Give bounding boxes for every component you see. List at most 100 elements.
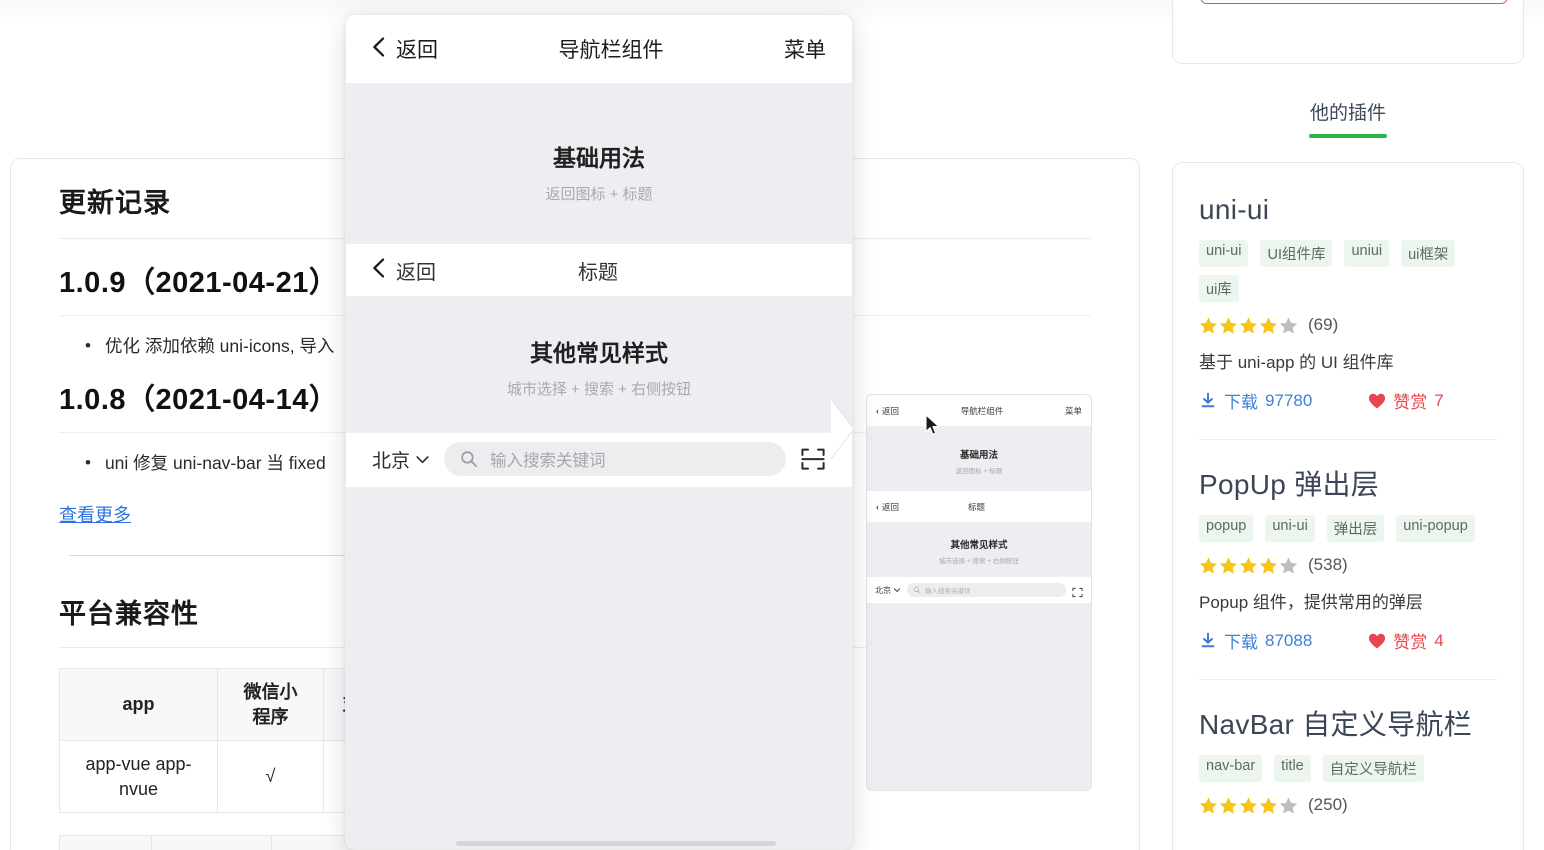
plugin-stats: 下载 87088 赞赏 4 — [1199, 628, 1497, 653]
overlay-menu-button[interactable]: 菜单 — [784, 34, 826, 64]
table-cell: √ — [217, 740, 324, 813]
overlay-block-subtitle: 返回图标 + 标题 — [545, 186, 653, 203]
thumb-city-label: 北京 — [875, 585, 891, 595]
rating-count: (69) — [1308, 315, 1339, 335]
plugin-tag[interactable]: nav-bar — [1199, 755, 1263, 783]
like-label: 赞赏 — [1393, 393, 1428, 413]
chevron-left-icon — [372, 258, 385, 282]
plugin-tag[interactable]: popup — [1199, 515, 1254, 543]
download-label: 下载 — [1224, 633, 1258, 653]
plugin-tag[interactable]: uni-ui — [1199, 240, 1249, 268]
star-icon — [1219, 317, 1238, 334]
overlay-block-title-2: 其他常见样式 — [530, 340, 668, 366]
view-more-link[interactable]: 查看更多 — [59, 501, 131, 527]
plugin-item[interactable]: uni-ui uni-ui UI组件库 uniui ui框架 ui库 (69) … — [1199, 163, 1497, 441]
download-stat[interactable]: 下载 87088 — [1199, 628, 1312, 653]
thumb-search-placeholder: 输入搜索关键词 — [925, 588, 971, 595]
navbar-preview-overlay: 返回 导航栏组件 菜单 基础用法 返回图标 + 标题 返回 标题 其他常见样式 … — [345, 14, 853, 850]
like-stat[interactable]: 赞赏 7 — [1368, 388, 1444, 413]
overlay-back-label: 返回 — [396, 39, 438, 62]
plugin-title[interactable]: PopUp 弹出层 — [1199, 468, 1497, 502]
chevron-left-icon: ‹ — [876, 405, 879, 416]
scan-icon[interactable] — [800, 446, 826, 472]
plugin-tag[interactable]: 自定义导航栏 — [1322, 755, 1424, 783]
search-icon — [913, 586, 921, 594]
table-cell: app-vue app-nvue — [59, 740, 218, 813]
chevron-down-icon — [893, 588, 901, 593]
plugin-tag[interactable]: title — [1274, 755, 1311, 783]
plugin-tag[interactable]: ui框架 — [1401, 240, 1456, 268]
plugin-item[interactable]: NavBar 自定义导航栏 nav-bar title 自定义导航栏 (250) — [1199, 680, 1497, 815]
overlay-block-title: 基础用法 — [553, 145, 645, 171]
thumb-block-title-2: 其他常见样式 — [950, 540, 1008, 551]
sidebar-outline-button[interactable] — [1200, 0, 1508, 4]
plugin-rating: (250) — [1199, 795, 1497, 815]
plugin-tag[interactable]: 弹出层 — [1326, 515, 1385, 543]
scan-icon[interactable] — [1072, 585, 1083, 597]
sidebar-tabs: 他的插件 — [1172, 98, 1524, 138]
plugin-tag[interactable]: uni-ui — [1265, 515, 1315, 543]
star-icon — [1259, 797, 1278, 814]
overlay-navbar: 返回 导航栏组件 菜单 — [346, 15, 852, 83]
thumb-content-area — [867, 603, 1091, 790]
download-stat[interactable]: 下载 97780 — [1199, 388, 1312, 413]
changelog-text: uni 修复 uni-nav-bar 当 fixed — [104, 453, 326, 473]
overlay-search-placeholder: 输入搜索关键词 — [490, 452, 606, 470]
table-header-row: app 微信小程序 支 — [59, 668, 380, 741]
thumb-back-button[interactable]: ‹ 返回 — [876, 405, 899, 417]
thumb-navbar: ‹ 返回 导航栏组件 菜单 — [867, 395, 1091, 427]
plugin-tag[interactable]: UI组件库 — [1260, 240, 1333, 268]
download-count: 97780 — [1265, 390, 1313, 410]
bullet-icon: • — [85, 453, 91, 472]
plugin-tag[interactable]: ui库 — [1199, 275, 1239, 303]
table-header-cell: 微信小 程序 — [217, 668, 324, 741]
thumb-menu-button[interactable]: 菜单 — [1065, 405, 1082, 417]
overlay-back-button[interactable]: 返回 — [372, 34, 438, 64]
thumb-search-input[interactable]: 输入搜索关键词 — [907, 583, 1066, 597]
changelog-text: 优化 添加依赖 uni-icons, 导入 — [104, 336, 335, 356]
overlay-navbar-2: 返回 标题 — [346, 244, 852, 296]
search-icon — [461, 451, 477, 467]
zoom-connector-arrow — [830, 398, 855, 460]
plugin-tags: uni-ui UI组件库 uniui ui框架 ui库 — [1199, 240, 1497, 303]
overlay-back-button-2[interactable]: 返回 — [372, 256, 436, 285]
thumb-city-selector[interactable]: 北京 — [875, 585, 901, 596]
star-icon — [1279, 557, 1298, 574]
navbar-preview-thumbnail[interactable]: ‹ 返回 导航栏组件 菜单 基础用法 返回图标 + 标题 ‹ 返回 标题 其他常… — [866, 394, 1092, 791]
horizontal-scrollbar[interactable] — [456, 841, 776, 846]
divider — [69, 555, 361, 556]
star-icon — [1239, 557, 1258, 574]
overlay-search-input[interactable]: 输入搜索关键词 — [444, 442, 786, 476]
download-count: 87088 — [1265, 630, 1313, 650]
overlay-navbar-title: 导航栏组件 — [558, 39, 664, 62]
chevron-left-icon: ‹ — [876, 501, 879, 512]
plugin-rating: (538) — [1199, 555, 1497, 575]
overlay-city-label: 北京 — [372, 450, 411, 472]
star-rating — [1199, 316, 1298, 335]
star-icon — [1259, 557, 1278, 574]
like-stat[interactable]: 赞赏 4 — [1368, 628, 1444, 653]
plugin-description: 基于 uni-app 的 UI 组件库 — [1199, 353, 1394, 373]
chevron-down-icon — [416, 455, 429, 463]
plugin-title[interactable]: uni-ui — [1199, 193, 1497, 227]
heart-icon — [1369, 633, 1386, 649]
compatibility-table: app 微信小程序 支 app-vue app-nvue √ — [59, 668, 380, 813]
overlay-city-selector[interactable]: 北京 — [372, 446, 430, 473]
like-label: 赞赏 — [1393, 633, 1428, 653]
chevron-left-icon — [372, 37, 385, 61]
plugin-rating: (69) — [1199, 315, 1497, 335]
plugin-tag[interactable]: uniui — [1344, 240, 1390, 268]
plugin-tag[interactable]: uni-popup — [1396, 515, 1475, 543]
rating-count: (250) — [1308, 795, 1348, 815]
overlay-demo-block-1: 基础用法 返回图标 + 标题 — [346, 83, 852, 244]
thumb-back-label-2: 返回 — [882, 501, 900, 512]
table-header-cell: app — [59, 668, 218, 741]
tab-his-plugins[interactable]: 他的插件 — [1172, 98, 1524, 125]
plugin-title[interactable]: NavBar 自定义导航栏 — [1199, 708, 1497, 742]
thumb-back-label: 返回 — [882, 405, 900, 416]
thumb-navbar-title: 导航栏组件 — [960, 405, 1004, 416]
plugin-item[interactable]: PopUp 弹出层 popup uni-ui 弹出层 uni-popup (53… — [1199, 440, 1497, 681]
star-icon — [1219, 797, 1238, 814]
overlay-search-bar: 北京 输入搜索关键词 — [346, 433, 852, 487]
thumb-back-button-2[interactable]: ‹ 返回 — [876, 501, 899, 513]
